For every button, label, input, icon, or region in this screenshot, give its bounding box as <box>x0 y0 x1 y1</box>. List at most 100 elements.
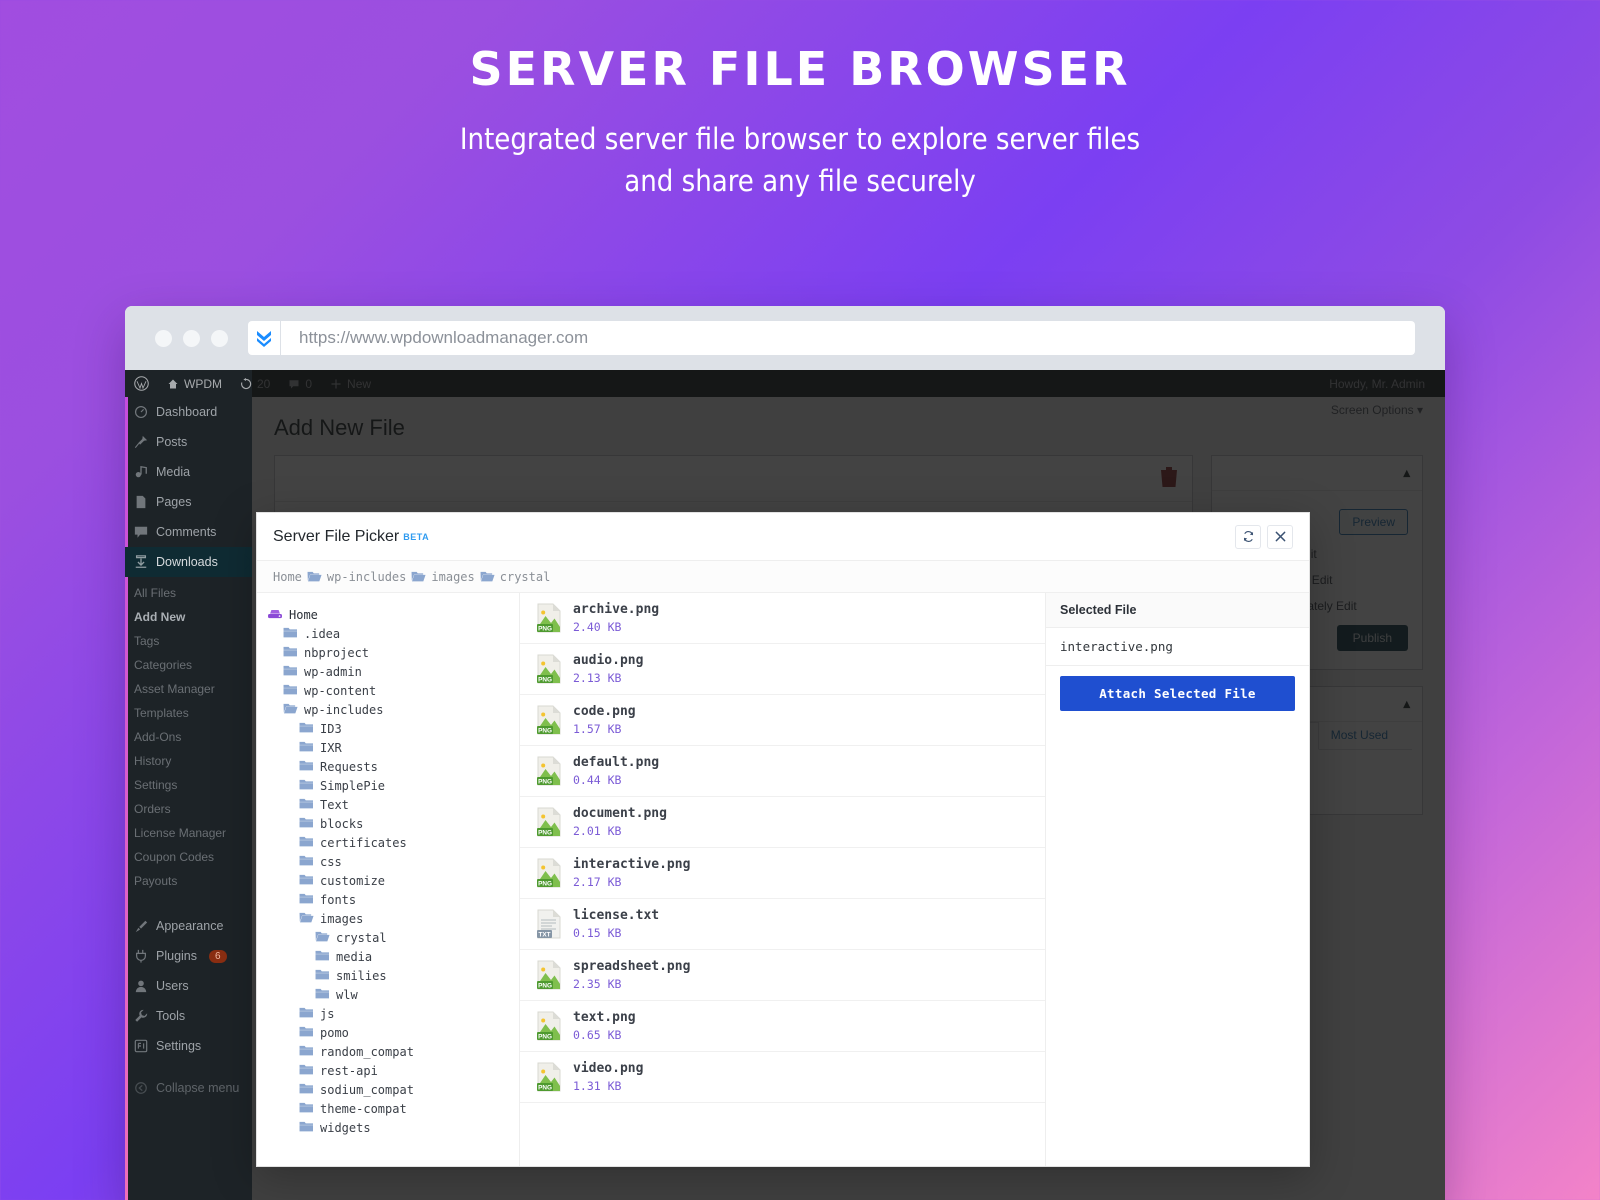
folder-icon <box>299 740 314 756</box>
tree-node-blocks[interactable]: blocks <box>267 814 519 833</box>
sidebar-item-dashboard[interactable]: Dashboard <box>125 397 252 427</box>
file-size: 2.40 KB <box>573 620 621 634</box>
submenu-item-add-new[interactable]: Add New <box>125 605 252 629</box>
tree-node-images[interactable]: images <box>267 909 519 928</box>
folder-icon <box>299 816 314 832</box>
file-list-item[interactable]: PNGspreadsheet.png2.35 KB <box>520 950 1045 1001</box>
png-file-icon: PNG <box>536 603 562 633</box>
tree-node-wp-includes[interactable]: wp-includes <box>267 700 519 719</box>
sidebar-item-settings[interactable]: Settings <box>125 1031 252 1061</box>
submenu-item-history[interactable]: History <box>125 749 252 773</box>
tree-node-random-compat[interactable]: random_compat <box>267 1042 519 1061</box>
breadcrumb-item-wp-includes[interactable]: wp-includes <box>327 570 406 584</box>
file-list[interactable]: PNGarchive.png2.40 KBPNGaudio.png2.13 KB… <box>520 593 1046 1166</box>
submenu-item-add-ons[interactable]: Add-Ons <box>125 725 252 749</box>
file-list-item[interactable]: TXTlicense.txt0.15 KB <box>520 899 1045 950</box>
submenu-item-settings[interactable]: Settings <box>125 773 252 797</box>
site-name-menu[interactable]: WPDM <box>158 370 231 397</box>
breadcrumb-item-home[interactable]: Home <box>273 570 302 584</box>
tree-node-sodium-compat[interactable]: sodium_compat <box>267 1080 519 1099</box>
tree-node-wp-content[interactable]: wp-content <box>267 681 519 700</box>
submenu-item-categories[interactable]: Categories <box>125 653 252 677</box>
tree-node-nbproject[interactable]: nbproject <box>267 643 519 662</box>
folder-icon <box>299 759 314 775</box>
file-name: spreadsheet.png <box>573 959 690 974</box>
address-bar[interactable]: https://www.wpdownloadmanager.com <box>281 321 1415 355</box>
wordpress-logo-icon[interactable] <box>125 370 158 397</box>
sidebar-item-tools[interactable]: Tools <box>125 1001 252 1031</box>
file-list-item[interactable]: PNGdocument.png2.01 KB <box>520 797 1045 848</box>
sidebar-item-comments[interactable]: Comments <box>125 517 252 547</box>
file-list-item[interactable]: PNGarchive.png2.40 KB <box>520 593 1045 644</box>
tree-node-customize[interactable]: customize <box>267 871 519 890</box>
sidebar-item-plugins[interactable]: Plugins6 <box>125 941 252 971</box>
submenu-item-tags[interactable]: Tags <box>125 629 252 653</box>
file-list-item[interactable]: PNGinteractive.png2.17 KB <box>520 848 1045 899</box>
tree-node-label: Requests <box>320 760 378 774</box>
tree-node-css[interactable]: css <box>267 852 519 871</box>
tree-node-rest-api[interactable]: rest-api <box>267 1061 519 1080</box>
breadcrumb-item-crystal[interactable]: crystal <box>500 570 551 584</box>
tree-node-fonts[interactable]: fonts <box>267 890 519 909</box>
close-window-dot[interactable] <box>155 330 172 347</box>
tree-node-media[interactable]: media <box>267 947 519 966</box>
tree-node-label: .idea <box>304 627 340 641</box>
page-icon <box>134 495 148 509</box>
tree-node-ixr[interactable]: IXR <box>267 738 519 757</box>
sidebar-item-downloads[interactable]: Downloads <box>125 547 252 577</box>
sidebar-item-posts[interactable]: Posts <box>125 427 252 457</box>
png-file-icon: PNG <box>536 1011 562 1041</box>
collapse-menu-button[interactable]: Collapse menu <box>125 1073 252 1103</box>
tree-node-wp-admin[interactable]: wp-admin <box>267 662 519 681</box>
tree-node-wlw[interactable]: wlw <box>267 985 519 1004</box>
svg-text:PNG: PNG <box>538 625 552 632</box>
close-icon[interactable] <box>1267 525 1293 549</box>
file-list-item[interactable]: PNGaudio.png2.13 KB <box>520 644 1045 695</box>
tree-node-theme-compat[interactable]: theme-compat <box>267 1099 519 1118</box>
submenu-item-all-files[interactable]: All Files <box>125 581 252 605</box>
sidebar-item-users[interactable]: Users <box>125 971 252 1001</box>
tree-node-pomo[interactable]: pomo <box>267 1023 519 1042</box>
folder-icon <box>299 778 314 794</box>
submenu-item-orders[interactable]: Orders <box>125 797 252 821</box>
tree-node-crystal[interactable]: crystal <box>267 928 519 947</box>
folder-icon <box>299 892 314 908</box>
attach-selected-file-button[interactable]: Attach Selected File <box>1060 676 1295 711</box>
file-list-item[interactable]: PNGtext.png0.65 KB <box>520 1001 1045 1052</box>
maximize-window-dot[interactable] <box>211 330 228 347</box>
tree-node-home[interactable]: Home <box>267 605 519 624</box>
submenu-item-asset-manager[interactable]: Asset Manager <box>125 677 252 701</box>
tree-node--idea[interactable]: .idea <box>267 624 519 643</box>
refresh-icon[interactable] <box>1235 525 1261 549</box>
png-file-icon: PNG <box>536 960 562 990</box>
tree-node-certificates[interactable]: certificates <box>267 833 519 852</box>
sidebar-item-pages[interactable]: Pages <box>125 487 252 517</box>
submenu-item-coupon-codes[interactable]: Coupon Codes <box>125 845 252 869</box>
tree-node-id3[interactable]: ID3 <box>267 719 519 738</box>
window-controls[interactable] <box>155 330 228 347</box>
sidebar-item-appearance[interactable]: Appearance <box>125 911 252 941</box>
breadcrumb-item-images[interactable]: images <box>431 570 474 584</box>
directory-tree[interactable]: Home .idea nbprojectwp-adminwp-contentwp-i… <box>257 593 520 1166</box>
tree-node-requests[interactable]: Requests <box>267 757 519 776</box>
submenu-item-templates[interactable]: Templates <box>125 701 252 725</box>
tree-node-simplepie[interactable]: SimplePie <box>267 776 519 795</box>
tree-node-label: certificates <box>320 836 407 850</box>
png-file-icon: PNG <box>536 705 562 735</box>
tree-node-smilies[interactable]: smilies <box>267 966 519 985</box>
file-name: text.png <box>573 1010 636 1025</box>
sidebar-item-label: Users <box>156 979 189 993</box>
tree-node-widgets[interactable]: widgets <box>267 1118 519 1137</box>
submenu-item-payouts[interactable]: Payouts <box>125 869 252 893</box>
file-list-item[interactable]: PNGvideo.png1.31 KB <box>520 1052 1045 1103</box>
sidebar-item-media[interactable]: Media <box>125 457 252 487</box>
folder-icon <box>299 1120 314 1136</box>
tree-node-js[interactable]: js <box>267 1004 519 1023</box>
file-list-item[interactable]: PNGdefault.png0.44 KB <box>520 746 1045 797</box>
folder-icon <box>283 626 298 642</box>
submenu-item-license-manager[interactable]: License Manager <box>125 821 252 845</box>
tree-node-text[interactable]: Text <box>267 795 519 814</box>
minimize-window-dot[interactable] <box>183 330 200 347</box>
file-list-item[interactable]: PNGcode.png1.57 KB <box>520 695 1045 746</box>
folder-icon <box>283 683 298 699</box>
